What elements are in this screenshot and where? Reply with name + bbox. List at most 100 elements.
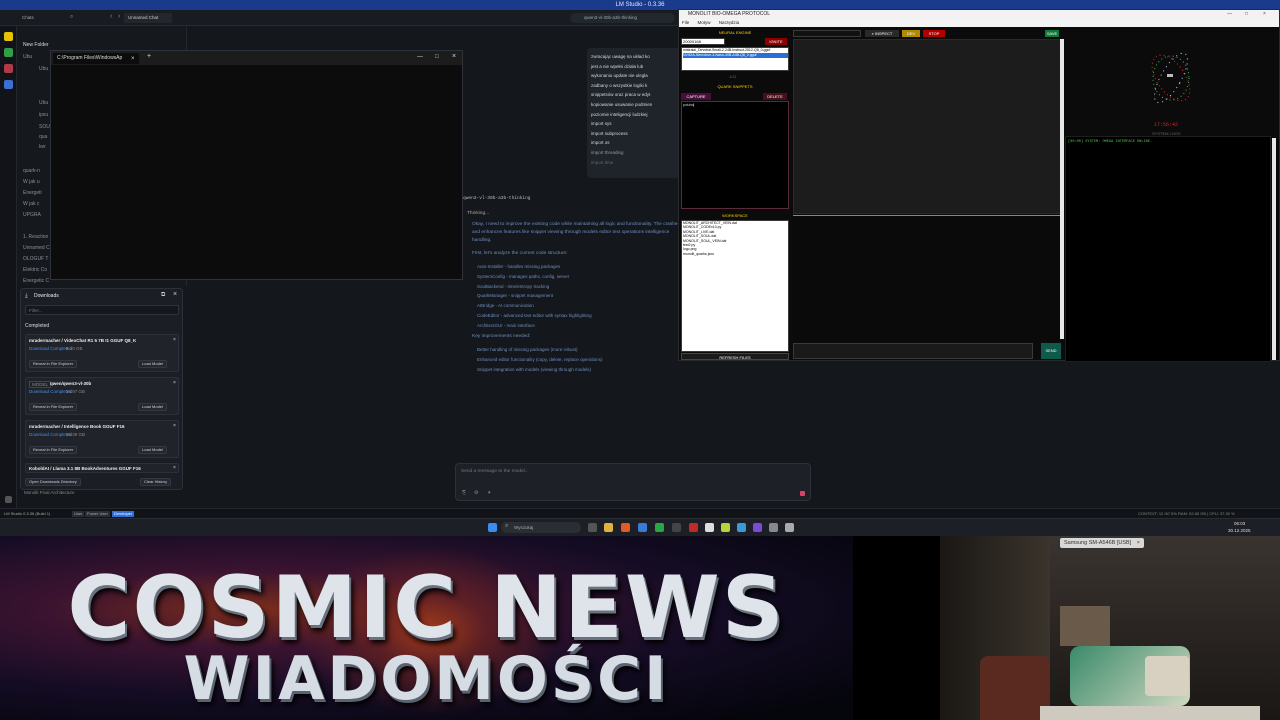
close-icon[interactable]: × (173, 423, 176, 429)
new-folder[interactable]: New Folder (23, 42, 49, 48)
send-button[interactable]: SEND (1041, 343, 1061, 359)
sidebar-item[interactable]: Energetic C (23, 278, 49, 284)
sidebar-item[interactable]: 1. Reaction (23, 234, 48, 240)
model-list-item-selected[interactable]: NVIDIA-Nemotron-3-Nano-30B-A3B-Q8_0.gguf (683, 53, 788, 58)
sidebar-item[interactable]: Ubu (39, 66, 48, 72)
sidebar-item[interactable]: ker (39, 144, 46, 150)
maximize-icon[interactable]: □ (1245, 10, 1248, 19)
edge-icon[interactable] (655, 523, 664, 532)
clock-date[interactable]: 30.12.2025 (1228, 528, 1251, 533)
load-model-button[interactable]: Load Model (138, 403, 167, 411)
mode-developer[interactable]: Developer (112, 511, 135, 517)
sidebar-item[interactable]: SOU (39, 124, 50, 130)
settings-icon[interactable]: ⚙ (474, 490, 478, 496)
close-icon[interactable]: × (131, 52, 135, 66)
save-button[interactable]: SAVE (1045, 30, 1059, 37)
path-field[interactable] (793, 30, 861, 37)
attach-icon[interactable]: ⎘ (462, 490, 466, 496)
mode-user[interactable]: User (72, 511, 85, 517)
model-list[interactable]: mistralai_Devstral-Small-2-24B-Instruct-… (681, 47, 789, 71)
sidebar-item[interactable]: Ubu (39, 100, 48, 106)
model-selector[interactable]: qwen3-vl-30b-a3b-thinking (570, 13, 675, 23)
delete-button[interactable]: DELETE (763, 93, 787, 100)
inspect-button[interactable]: ⌕ INSPECT (865, 30, 899, 37)
minimize-icon[interactable]: — (1227, 10, 1232, 19)
snippet-list[interactable]: poiuhdj (681, 101, 789, 209)
workspace-file-list[interactable]: MONOLIT_ARCHITECT_VEIN.dat MONOLIT_CODEx… (681, 220, 789, 352)
close-icon[interactable]: × (173, 337, 176, 343)
minimize-icon[interactable]: — (417, 50, 423, 64)
start-icon[interactable] (488, 523, 497, 532)
menu-narzedzia[interactable]: Narzędzia (719, 20, 739, 25)
capture-button[interactable]: CAPTURE (681, 93, 711, 100)
scrollbar[interactable] (1060, 39, 1064, 339)
file-explorer-icon[interactable] (604, 523, 613, 532)
new-tab-icon[interactable]: + (147, 50, 151, 64)
scrollbar[interactable] (1272, 138, 1276, 360)
close-icon[interactable]: × (173, 291, 177, 298)
refresh-files-button[interactable]: REFRESH FILES (681, 353, 789, 360)
sidebar-item[interactable]: OLOGUF T (23, 256, 48, 262)
dev-button[interactable]: DEV (902, 30, 920, 37)
thinking-label[interactable]: Thinking... (467, 211, 489, 216)
store-icon[interactable] (638, 523, 647, 532)
app-icon[interactable] (753, 523, 762, 532)
close-icon[interactable]: × (1137, 540, 1140, 546)
download-icon[interactable] (5, 496, 12, 503)
sidebar-item[interactable]: Unnamed C (23, 245, 50, 251)
app-icon[interactable] (769, 523, 778, 532)
stop-button[interactable]: STOP (923, 30, 945, 37)
search-icon[interactable]: ⌕ (70, 14, 73, 21)
sidebar-item[interactable]: UPGRA (23, 212, 41, 218)
app-icon[interactable] (737, 523, 746, 532)
forward-arrow-icon[interactable]: › (118, 13, 120, 20)
sidebar-item[interactable]: Energeti (23, 190, 42, 196)
back-arrow-icon[interactable]: ‹ (110, 13, 112, 20)
close-icon[interactable]: × (173, 465, 176, 471)
terminal-tab[interactable]: C:\Program Files\WindowsAp × (53, 53, 139, 64)
tab-chats[interactable]: Chats (22, 15, 34, 20)
maximize-icon[interactable]: □ (435, 50, 439, 64)
sidebar-item[interactable]: W jak u (23, 179, 40, 185)
load-model-button[interactable]: Load Model (138, 360, 167, 368)
menu-motyw[interactable]: Motyw (698, 20, 711, 25)
chat-tab[interactable]: Unnamed Chat (124, 13, 172, 23)
clock-time[interactable]: 06:03 (1234, 521, 1245, 526)
mode-power-user[interactable]: Power User (85, 511, 110, 517)
message-input-box[interactable]: Send a message to the model... ⎘ ⚙ ▾ (455, 463, 811, 501)
file-item[interactable]: monolit_quarks.json (683, 252, 788, 256)
popout-icon[interactable]: ⧉ (161, 292, 165, 299)
brave-icon[interactable] (621, 523, 630, 532)
reveal-in-explorer-button[interactable]: Reveal in File Explorer (29, 403, 78, 411)
code-editor[interactable] (793, 39, 1063, 214)
tools-icon[interactable]: ▾ (488, 490, 491, 496)
discover-icon[interactable] (4, 80, 13, 89)
task-view-icon[interactable] (588, 523, 597, 532)
load-model-button[interactable]: Load Model (138, 446, 167, 454)
sidebar-item[interactable]: W jak c (23, 201, 39, 207)
reveal-in-explorer-button[interactable]: Reveal in File Explorer (29, 446, 78, 454)
prompt-input[interactable] (793, 343, 1033, 359)
close-icon[interactable]: × (173, 380, 176, 386)
sidebar-item[interactable]: quark-n (23, 168, 40, 174)
close-icon[interactable]: × (1263, 10, 1266, 19)
clear-history-button[interactable]: Clear History (140, 478, 172, 486)
menu-file[interactable]: File (682, 20, 689, 25)
sidebar-item[interactable]: qua (39, 134, 47, 140)
obs-icon[interactable] (689, 523, 698, 532)
sidebar-item[interactable]: Ubu (23, 54, 32, 60)
models-icon[interactable] (4, 64, 13, 73)
chat-icon[interactable] (4, 32, 13, 41)
taskbar-search[interactable]: ⌕ Wyszukaj (501, 522, 581, 533)
sidebar-item[interactable]: Elektric Co (23, 267, 47, 273)
app-icon[interactable] (785, 523, 794, 532)
app-icon[interactable] (721, 523, 730, 532)
reveal-in-explorer-button[interactable]: Reveal in File Explorer (29, 360, 78, 368)
open-downloads-directory-button[interactable]: Open Downloads Directory (25, 478, 81, 486)
model-id-field[interactable]: 20000168 (681, 38, 725, 45)
snippet-item[interactable]: poiuhdj (683, 103, 694, 107)
app-icon[interactable] (705, 523, 714, 532)
developer-icon[interactable] (4, 48, 13, 57)
terminal-icon[interactable] (672, 523, 681, 532)
ignite-button[interactable]: IGNITE (765, 38, 787, 45)
